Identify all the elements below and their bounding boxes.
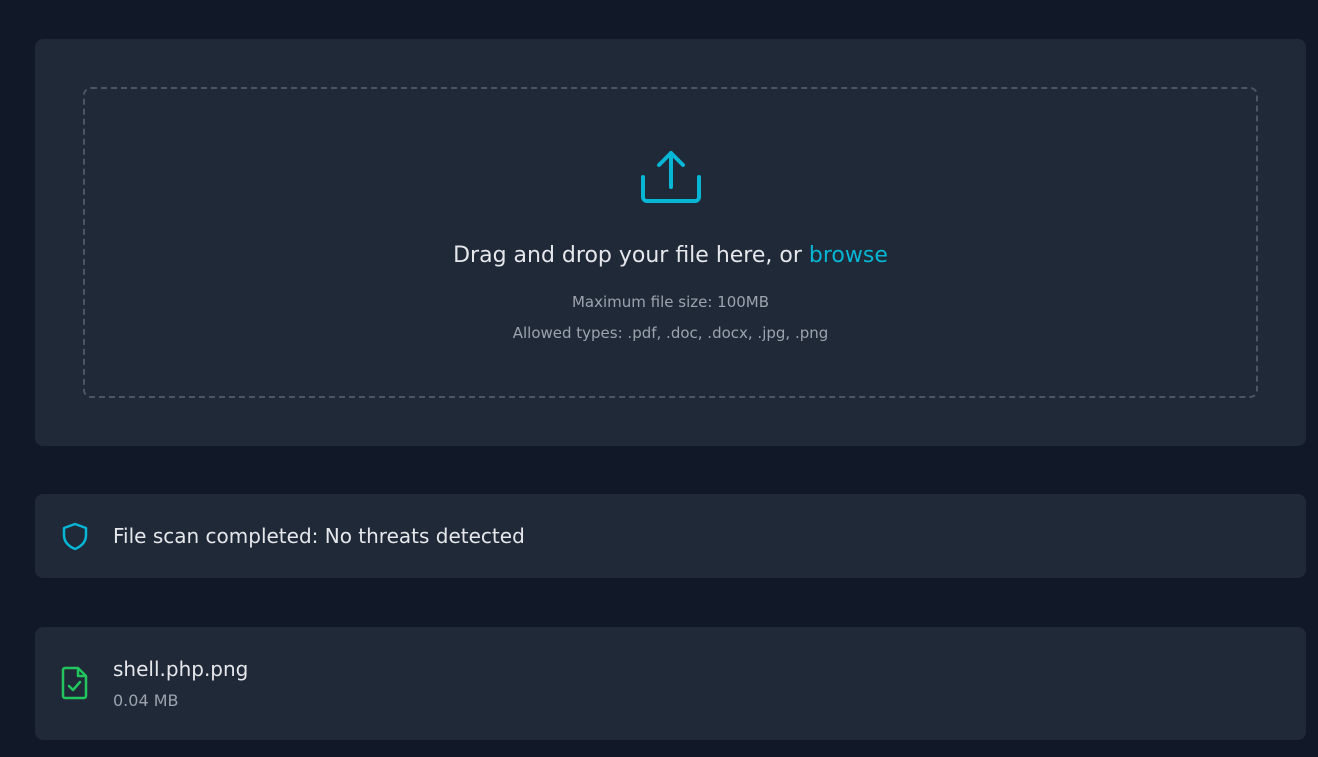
scan-status-card: File scan completed: No threats detected [35, 494, 1306, 578]
scan-status-message: File scan completed: No threats detected [113, 524, 525, 548]
shield-icon [62, 522, 88, 551]
allowed-types: Allowed types: .pdf, .doc, .docx, .jpg, … [512, 324, 829, 342]
file-item-card: shell.php.png 0.04 MB [35, 627, 1306, 740]
file-check-icon [61, 666, 88, 700]
max-file-size: Maximum file size: 100MB [571, 293, 770, 311]
drop-text: Drag and drop your file here, or [453, 243, 802, 268]
drop-instructions: Drag and drop your file here, or browse [85, 241, 1256, 271]
browse-link[interactable]: browse [809, 243, 888, 268]
file-name: shell.php.png [113, 657, 249, 681]
file-size: 0.04 MB [113, 691, 179, 710]
upload-card: Drag and drop your file here, or browse … [35, 39, 1306, 446]
file-dropzone[interactable]: Drag and drop your file here, or browse … [83, 87, 1258, 398]
upload-icon [640, 151, 701, 203]
page: Drag and drop your file here, or browse … [0, 0, 1318, 757]
